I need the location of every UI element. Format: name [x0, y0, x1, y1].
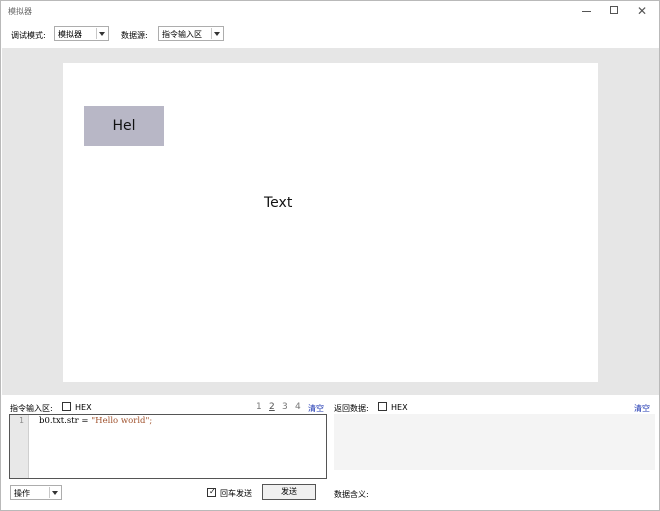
data-meaning-label: 数据含义: [334, 490, 369, 499]
command-input-label: 指令输入区: [10, 404, 53, 413]
page-2-link[interactable]: 2 [269, 402, 275, 412]
page-3-link[interactable]: 3 [282, 402, 288, 412]
result-hex-checkbox[interactable] [378, 402, 387, 411]
close-icon: ✕ [637, 4, 648, 18]
debug-mode-label: 调试模式: [11, 31, 46, 40]
close-button[interactable]: ✕ [629, 3, 657, 19]
toolbar: 调试模式: 模拟器 数据源: 指令输入区 [1, 22, 659, 48]
action-select[interactable]: 操作 [10, 485, 62, 500]
data-source-label: 数据源: [121, 31, 148, 40]
page-4-link[interactable]: 4 [295, 402, 301, 412]
combo-separator [211, 28, 212, 39]
combo-separator [96, 28, 97, 39]
result-hex-label: HEX [391, 403, 408, 412]
simulator-screen[interactable]: Hel Text [63, 63, 598, 382]
debug-mode-value: 模拟器 [58, 30, 82, 39]
chevron-down-icon [52, 491, 58, 495]
action-value: 操作 [14, 489, 30, 498]
data-source-value: 指令输入区 [162, 30, 202, 39]
enter-send-checkbox[interactable]: ✓ [207, 487, 216, 497]
code-line: b0.txt.str = "Hello world"; [39, 416, 152, 426]
simulated-text[interactable]: Text [264, 195, 292, 211]
chevron-down-icon [99, 32, 105, 36]
command-editor[interactable]: 1 b0.txt.str = "Hello world"; [9, 414, 327, 479]
code-string-literal: "Hello world"; [91, 416, 153, 426]
return-data-area[interactable] [334, 414, 655, 470]
chevron-down-icon [214, 32, 220, 36]
debug-mode-select[interactable]: 模拟器 [54, 26, 109, 41]
maximize-icon [610, 6, 618, 14]
command-hex-checkbox[interactable] [62, 402, 71, 411]
result-clear-link[interactable]: 清空 [634, 403, 650, 414]
return-data-label: 返回数据: [334, 404, 369, 413]
command-hex-label: HEX [75, 403, 92, 412]
send-button[interactable]: 发送 [262, 484, 316, 500]
title-bar: 模拟器 ✕ [1, 1, 659, 22]
code-statement: b0.txt.str = [39, 416, 92, 426]
simulated-button[interactable]: Hel [84, 106, 164, 146]
maximize-button[interactable] [600, 3, 628, 19]
data-source-select[interactable]: 指令输入区 [158, 26, 224, 41]
window-title: 模拟器 [8, 7, 32, 16]
simulator-window: 模拟器 ✕ 调试模式: 模拟器 数据源: 指令输入区 Hel Text 指令输入… [0, 0, 660, 511]
combo-separator [49, 487, 50, 498]
line-gutter: 1 [10, 415, 29, 478]
page-1-link[interactable]: 1 [256, 402, 262, 412]
line-number: 1 [19, 416, 24, 425]
minimize-button[interactable] [573, 3, 601, 19]
command-clear-link[interactable]: 清空 [308, 403, 324, 414]
enter-send-label: 回车发送 [220, 489, 252, 498]
checkmark-icon: ✓ [209, 487, 216, 496]
minimize-icon [582, 11, 591, 12]
